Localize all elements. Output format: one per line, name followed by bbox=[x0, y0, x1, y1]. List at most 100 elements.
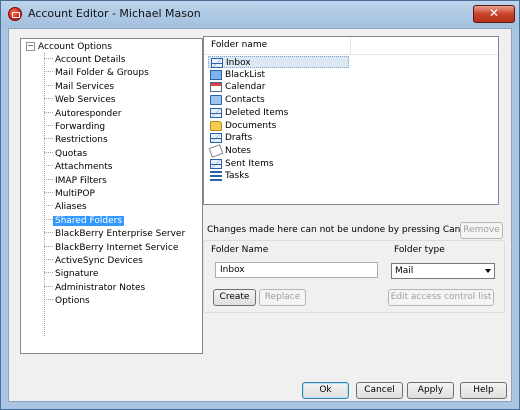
tree-branch-line bbox=[44, 232, 53, 234]
tree-branch-line bbox=[44, 259, 53, 260]
dialog-client-area: − Account Options Account Details Mail Fol… bbox=[8, 28, 512, 402]
dropdown-arrow-icon[interactable] bbox=[485, 269, 491, 273]
tree-branch-line bbox=[44, 205, 53, 207]
edit-acl-button[interactable]: Edit access control list bbox=[388, 289, 494, 306]
folder-row-inbox[interactable]: Inbox bbox=[208, 56, 349, 68]
tree-item-account-details[interactable]: Account Details bbox=[44, 55, 127, 68]
tree-item-mail-folder-groups[interactable]: Mail Folder & Groups bbox=[44, 68, 151, 81]
collapse-icon[interactable]: − bbox=[26, 42, 35, 51]
tree-item-label: Signature bbox=[55, 269, 99, 280]
tree-item-label: Web Services bbox=[55, 95, 116, 106]
close-button[interactable]: ✕ bbox=[473, 5, 515, 23]
tree-item-label: Forwarding bbox=[55, 122, 106, 132]
calendar-icon bbox=[210, 82, 222, 93]
mail-icon bbox=[210, 158, 222, 169]
tree-item-activesync-devices[interactable]: ActiveSync Devices bbox=[44, 256, 145, 269]
create-button[interactable]: Create bbox=[213, 289, 256, 306]
tree-item-imap-filters[interactable]: IMAP Filters bbox=[44, 176, 109, 189]
tree-item-label: Mail Services bbox=[55, 81, 115, 92]
tree-item-label: Attachments bbox=[55, 162, 113, 173]
remove-button[interactable]: Remove bbox=[460, 222, 503, 239]
tree-item-label: Shared Folders bbox=[53, 215, 125, 226]
folder-row-label: BlackList bbox=[225, 69, 266, 80]
folder-row-drafts[interactable]: Drafts bbox=[208, 132, 349, 144]
tree-branch-line bbox=[44, 285, 53, 287]
tree-branch-line bbox=[44, 111, 53, 113]
book-icon bbox=[210, 69, 222, 80]
shared-folder-list[interactable]: Folder name Inbox BlackList Calendar Contac… bbox=[203, 36, 499, 205]
folder-row-sent-items[interactable]: Sent Items bbox=[208, 158, 349, 170]
tree-item-label: Aliases bbox=[55, 202, 87, 213]
folder-row-deleted-items[interactable]: Deleted Items bbox=[208, 107, 349, 119]
folder-type-label: Folder type bbox=[394, 245, 445, 255]
tree-branch-line bbox=[44, 125, 53, 126]
tree-item-label: Quotas bbox=[55, 148, 88, 159]
folder-type-value: Mail bbox=[395, 266, 414, 276]
folder-row-label: Drafts bbox=[225, 133, 253, 144]
tree-item-multipop[interactable]: MultiPOP bbox=[44, 189, 97, 202]
contacts-icon bbox=[210, 95, 222, 106]
folder-row-contacts[interactable]: Contacts bbox=[208, 94, 349, 106]
tree-item-label: Autoresponder bbox=[55, 108, 122, 119]
folder-row-calendar[interactable]: Calendar bbox=[208, 81, 349, 93]
apply-button[interactable]: Apply bbox=[407, 382, 454, 399]
folder-row-blacklist[interactable]: BlackList bbox=[208, 69, 349, 81]
tree-item-forwarding[interactable]: Forwarding bbox=[44, 122, 107, 135]
folder-row-tasks[interactable]: Tasks bbox=[208, 170, 349, 182]
tree-root-account-options[interactable]: − Account Options bbox=[26, 42, 112, 55]
tree-item-autoresponder[interactable]: Autoresponder bbox=[44, 109, 124, 122]
tree-branch-line bbox=[44, 299, 53, 301]
tree-item-label: Options bbox=[55, 296, 90, 307]
tree-item-label: Restrictions bbox=[55, 135, 108, 146]
options-tree[interactable]: − Account Options Account Details Mail Fol… bbox=[20, 38, 203, 354]
tree-item-web-services[interactable]: Web Services bbox=[44, 95, 117, 108]
tree-item-aliases[interactable]: Aliases bbox=[44, 202, 89, 215]
app-icon bbox=[8, 7, 22, 21]
tree-item-shared-folders[interactable]: Shared Folders bbox=[44, 215, 125, 229]
window-title: Account Editor - Michael Mason bbox=[28, 7, 201, 20]
folder-row-label: Notes bbox=[225, 145, 251, 156]
folder-row-label: Calendar bbox=[225, 82, 266, 93]
column-header-folder-name[interactable]: Folder name bbox=[204, 37, 351, 54]
title-bar[interactable]: Account Editor - Michael Mason ✕ bbox=[1, 1, 519, 27]
tree-branch-line bbox=[44, 58, 53, 59]
folder-name-label: Folder Name bbox=[211, 245, 269, 255]
tree-item-signature[interactable]: Signature bbox=[44, 269, 100, 282]
tree-item-blackberry-internet-service[interactable]: BlackBerry Internet Service bbox=[44, 243, 180, 256]
tree-branch-line bbox=[44, 84, 53, 86]
tree-item-label: MultiPOP bbox=[55, 189, 95, 199]
tree-branch-line bbox=[44, 192, 53, 193]
notes-icon bbox=[208, 144, 224, 158]
tree-item-label: Account Details bbox=[55, 55, 126, 65]
tree-item-quotas[interactable]: Quotas bbox=[44, 149, 89, 162]
folder-row-label: Deleted Items bbox=[225, 107, 289, 118]
tree-branch-line bbox=[44, 272, 53, 274]
ok-button[interactable]: Ok bbox=[302, 382, 349, 399]
tree-item-label: IMAP Filters bbox=[55, 175, 107, 186]
tree-root-label: Account Options bbox=[38, 42, 112, 52]
mail-icon bbox=[211, 58, 223, 68]
tree-item-restrictions[interactable]: Restrictions bbox=[44, 135, 110, 148]
tree-item-label: Administrator Notes bbox=[55, 282, 146, 293]
tree-item-label: BlackBerry Internet Service bbox=[55, 242, 179, 253]
tree-branch-line bbox=[44, 165, 53, 167]
tree-item-blackberry-enterprise-server[interactable]: BlackBerry Enterprise Server bbox=[44, 229, 187, 242]
tree-item-options[interactable]: Options bbox=[44, 296, 92, 309]
cancel-button[interactable]: Cancel bbox=[356, 382, 403, 399]
folder-row-notes[interactable]: Notes bbox=[208, 144, 349, 158]
account-editor-window: Account Editor - Michael Mason ✕ − Accoun… bbox=[0, 0, 520, 410]
mail-icon bbox=[210, 133, 222, 144]
folder-name-input[interactable]: Inbox bbox=[215, 262, 378, 278]
folder-row-documents[interactable]: Documents bbox=[208, 120, 349, 132]
folder-type-select[interactable]: Mail bbox=[391, 263, 495, 279]
help-button[interactable]: Help bbox=[460, 382, 507, 399]
folder-row-label: Contacts bbox=[225, 95, 265, 106]
replace-button[interactable]: Replace bbox=[259, 289, 306, 306]
tree-item-mail-services[interactable]: Mail Services bbox=[44, 82, 116, 95]
tree-branch-line bbox=[44, 71, 53, 73]
tree-item-administrator-notes[interactable]: Administrator Notes bbox=[44, 283, 147, 296]
tree-item-attachments[interactable]: Attachments bbox=[44, 162, 114, 175]
list-header: Folder name bbox=[204, 37, 498, 55]
warning-text: Changes made here can not be undone by p… bbox=[207, 225, 477, 235]
tree-item-label: BlackBerry Enterprise Server bbox=[55, 229, 186, 240]
